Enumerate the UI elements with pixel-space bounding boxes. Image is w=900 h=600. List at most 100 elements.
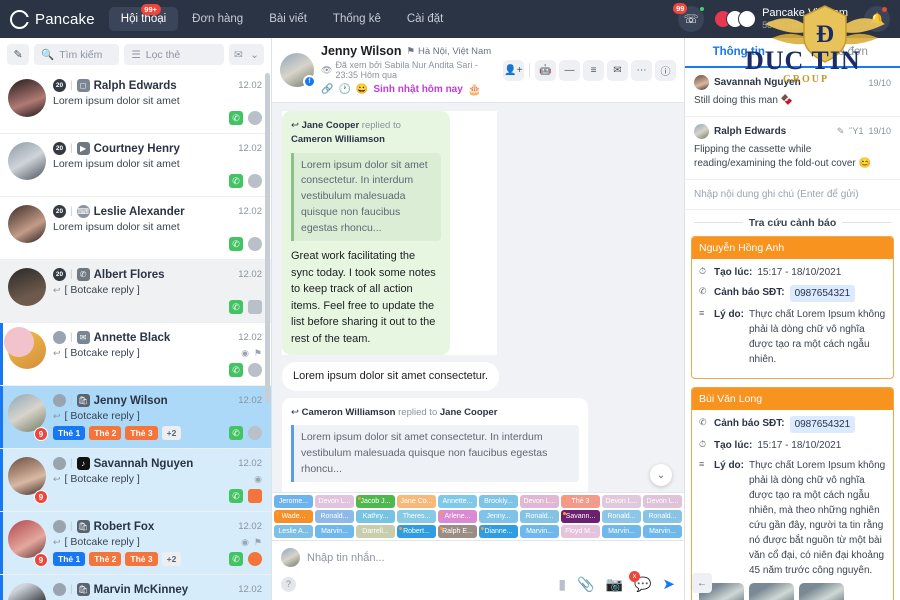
notifications-button[interactable]: 🔔 [864,6,890,32]
message-input[interactable]: Nhập tin nhắn... [307,552,385,564]
conversation-item[interactable]: 20 | ▶ Courtney Henry 12.02 Lorem ipsum … [0,134,271,197]
avatar[interactable] [8,205,46,251]
status-icon[interactable] [248,174,262,188]
eye-off-icon[interactable]: ◉ [241,537,249,548]
tag-chip[interactable]: Marvin... [315,525,354,538]
conversation-item[interactable]: 9 | 🛍 Jenny Wilson 12.02 ↩ [ Botcake rep… [0,386,271,449]
phone-icon[interactable]: ✆ [229,489,243,503]
avatar[interactable]: 9 [8,520,48,567]
conversation-tag[interactable]: Thẻ 1 [53,426,86,440]
avatar[interactable] [8,142,46,188]
tag-chip[interactable]: Jerome... [274,495,313,508]
tag-chip[interactable]: Kathry... [356,510,395,523]
conversation-tag[interactable]: Thẻ 3 [125,426,158,440]
conversation-item[interactable]: 9 | ♪ Savannah Nguyen 12.02 ↩ [ Botcake … [0,449,271,512]
tag-chip[interactable]: Thẻ 3 [561,495,600,508]
image-remove-badge[interactable]: x [629,571,640,582]
avatar[interactable] [4,327,46,377]
avatar[interactable] [8,79,46,125]
tag-chip[interactable]: Jacob J... [356,495,395,508]
more-icon[interactable]: ⋯ [631,59,652,81]
tag-chip[interactable]: Jenny... [479,510,518,523]
tag-chip[interactable]: Annette... [438,495,477,508]
tab-tao-don[interactable]: Tạo đơn [793,38,900,66]
alert-thumbnail[interactable] [749,582,794,600]
tag-chip[interactable]: Devon L... [315,495,354,508]
conversation-tag[interactable]: Thẻ 2 [89,426,122,440]
tag-chip[interactable]: Ronald... [602,510,641,523]
compose-icon[interactable]: ✎ [7,44,30,65]
nav-item-thong-ke[interactable]: Thống kê [321,7,393,31]
phone-icon[interactable]: ✆ [229,300,243,314]
page-selector[interactable]: Pancake Vietnam 58 Tố Hữu, Trung Vă... [714,7,854,32]
attachment-icon[interactable]: 📎 [577,576,594,593]
tag-chip[interactable]: Ronald... [643,510,682,523]
conversation-tag[interactable]: +2 [161,552,182,566]
brand-logo-group[interactable]: Pancake [10,9,95,29]
status-icon[interactable] [248,426,262,440]
note-icon[interactable]: ▮ [558,576,566,593]
conversation-item[interactable]: 20 | ◻ Ralph Edwards 12.02 Lorem ipsum d… [0,71,271,134]
tag-chip[interactable]: Devon L... [520,495,559,508]
tag-chip[interactable]: Brookly... [479,495,518,508]
status-icon[interactable] [248,300,262,314]
tag-chip[interactable]: Devon L... [643,495,682,508]
composer-input-row[interactable]: Nhập tin nhắn... [281,548,675,567]
phone-icon[interactable]: ✆ [229,111,243,125]
tag-chip[interactable]: Marvin... [602,525,641,538]
phone-icon[interactable]: ✆ [229,552,243,566]
tag-chip[interactable]: Marvin... [520,525,559,538]
note-input[interactable]: Nhập nội dung ghi chú (Enter để gửi) [685,180,900,210]
avatar[interactable]: 9 [8,457,48,504]
tag-chip[interactable]: Ralph E... [438,525,477,538]
tag-chip[interactable]: Devon L... [602,495,641,508]
conversation-item[interactable]: | ✉ Annette Black 12.02 ↩ [ Botcake repl… [0,323,271,386]
message-bubble[interactable]: ↩ Jane Cooper replied to Cameron William… [282,111,450,356]
tag-chip[interactable]: Jane Co... [397,495,436,508]
conversation-tag[interactable]: Thẻ 2 [89,552,122,566]
conversation-tag[interactable]: Thẻ 1 [53,552,86,566]
list-scrollbar[interactable] [265,73,270,403]
support-button[interactable]: ☏ 99 [673,3,706,32]
tag-chip[interactable]: Floyd M... [561,525,600,538]
minus-icon[interactable]: — [559,59,580,81]
status-icon[interactable] [248,489,262,503]
tag-chip[interactable]: Marvin... [643,525,682,538]
back-arrow-icon[interactable]: ← [692,573,712,593]
tag-chip-grid[interactable]: Jerome... Devon L... Jacob J... Jane Co... A… [272,492,684,540]
tag-chip[interactable]: Theres... [397,510,436,523]
phone-icon[interactable]: ✆ [229,426,243,440]
tag-chip[interactable]: Robert... [397,525,436,538]
search-input[interactable]: 🔍 Tìm kiếm [34,44,120,65]
status-icon[interactable] [248,363,262,377]
conversation-item[interactable]: 9 | 🛍 Marvin McKinney 12.02 ↩ [ Botcake … [0,575,271,600]
eye-off-icon[interactable]: ◉ [254,474,262,485]
message-bubble[interactable]: Lorem ipsum dolor sit amet consectetur. [282,362,500,391]
tag-chip[interactable]: Arlene... [438,510,477,523]
bot-icon[interactable]: 🤖 [535,59,556,81]
phone-icon[interactable]: ✆ [229,363,243,377]
eye-off-icon[interactable]: ◉ [241,348,249,359]
nav-item-cai-dat[interactable]: Cài đặt [395,7,455,31]
tag-chip[interactable]: Dianne... [479,525,518,538]
pencil-icon[interactable]: ✎ [837,126,845,137]
phone-icon[interactable]: ✆ [229,174,243,188]
conversation-tag[interactable]: +2 [161,426,182,440]
list-icon[interactable]: ≡ [583,59,604,81]
info-scroll-area[interactable]: Savannah Nguyen 19/10 Still doing this m… [685,68,900,600]
tag-chip[interactable]: Leslie A... [274,525,313,538]
conversation-item[interactable]: 20 | ✆ Albert Flores 12.02 ↩ [ Botcake r… [0,260,271,323]
message-bubble[interactable]: ↩ Cameron Williamson replied to Jane Coo… [282,397,588,492]
link-icon[interactable]: 🔗 [321,84,333,95]
status-icon[interactable] [248,237,262,251]
avatar[interactable]: 9 [8,583,46,600]
avatar[interactable]: f [280,53,316,88]
message-scroll-area[interactable]: ↩ Jane Cooper replied to Cameron William… [272,103,684,492]
status-icon[interactable] [248,111,262,125]
conversation-item[interactable]: 20 | ⌨ Leslie Alexander 12.02 Lorem ipsu… [0,197,271,260]
mail-filter-dropdown[interactable]: ✉ ⌄ [228,44,264,65]
pin-icon[interactable]: ⚑ [254,537,262,548]
conversation-item[interactable]: 9 | 🛍 Robert Fox 12.02 ↩ [ Botcake reply… [0,512,271,575]
history-icon[interactable]: 🕐 [338,84,350,95]
tag-chip[interactable]: Wade... [274,510,313,523]
